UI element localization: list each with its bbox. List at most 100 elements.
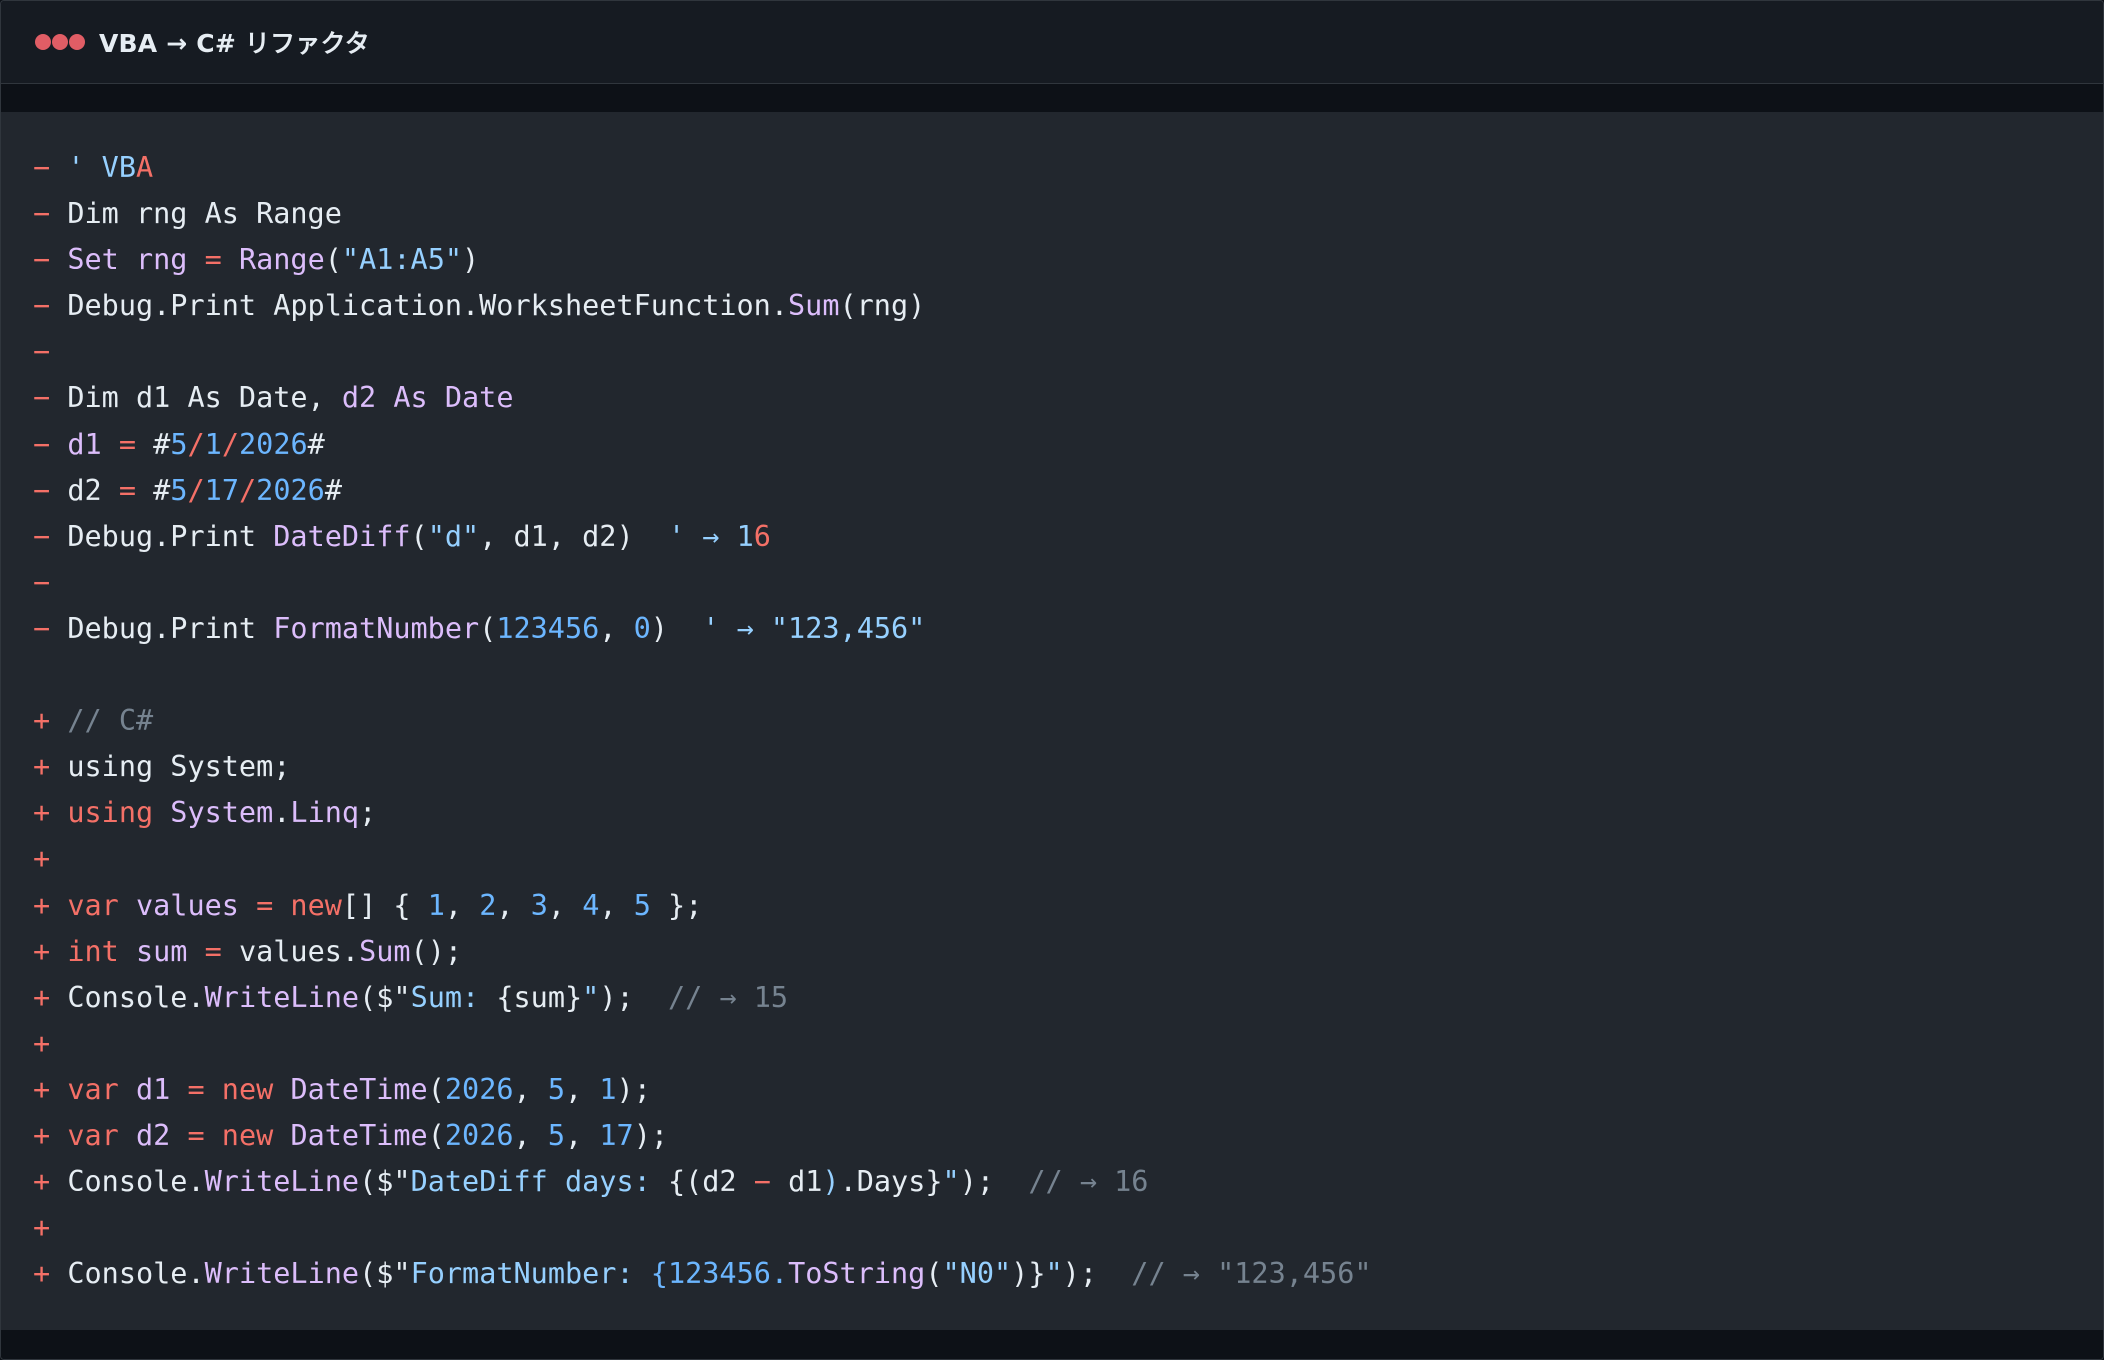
code-token: =	[187, 934, 239, 968]
code-line: + Console.WriteLine($"Sum: {sum}"); // →…	[33, 975, 1372, 1021]
code-token: Linq	[290, 796, 360, 830]
code-token: Range	[238, 243, 325, 277]
code-token: ();	[410, 934, 463, 968]
code-token: ,	[496, 888, 531, 922]
code-token: /	[221, 427, 240, 461]
code-window: VBA → C# リファクタ − ' VBA − Dim rng As Range…	[0, 0, 2104, 1360]
diff-removed-marker: −	[33, 611, 51, 645]
tab-strip	[1, 84, 2103, 112]
code-line: +	[33, 836, 1372, 882]
code-token: (	[359, 980, 377, 1014]
code-token: (	[427, 1072, 445, 1106]
code-line: +	[33, 1021, 1372, 1067]
code-token: Debug.Print	[67, 519, 274, 553]
code-line: + var values = new[] { 1, 2, 3, 4, 5 };	[33, 883, 1372, 929]
code-token: 2026	[239, 427, 308, 461]
code-token: {(d2	[667, 1165, 754, 1199]
code-token: "	[582, 980, 600, 1014]
code-token: ,	[565, 1072, 600, 1106]
window-controls	[35, 34, 85, 50]
diff-added-marker: +	[33, 888, 51, 922]
code-token: Sum	[359, 934, 411, 968]
code-token: sum	[135, 934, 188, 968]
code-token: ,	[444, 888, 480, 922]
code-token: Sum:	[410, 980, 497, 1014]
code-token: DateDiff	[273, 519, 411, 553]
title-bar: VBA → C# リファクタ	[1, 1, 2103, 84]
code-token: )}	[1011, 1257, 1046, 1291]
diff-removed-marker: −	[33, 335, 51, 369]
maximize-dot-icon[interactable]	[69, 34, 85, 50]
code-token: $"	[376, 1257, 411, 1291]
code-token: 2	[479, 888, 497, 922]
code-token: 5	[170, 427, 188, 461]
diff-removed-marker: −	[33, 565, 51, 599]
code-token: ,	[513, 1072, 548, 1106]
minimize-dot-icon[interactable]	[52, 34, 68, 50]
code-token: 5	[170, 473, 188, 507]
code-token: DateDiff days:	[410, 1165, 668, 1199]
code-token: DateTime	[290, 1072, 428, 1106]
code-token: d1	[67, 427, 102, 461]
code-token: "	[1045, 1257, 1063, 1291]
code-token: (	[410, 519, 428, 553]
code-token: 6	[753, 519, 771, 553]
code-token: d2	[67, 473, 102, 507]
code-token: =	[101, 427, 154, 461]
code-token: [] {	[341, 888, 428, 922]
diff-added-marker: +	[33, 1211, 51, 1245]
code-token: 1	[427, 888, 445, 922]
diff-added-marker: +	[33, 1257, 51, 1291]
code-token: );	[599, 980, 668, 1014]
code-area[interactable]: − ' VBA − Dim rng As Range − Set rng = Ran…	[1, 112, 2103, 1330]
code-token: ;	[359, 796, 377, 830]
code-token: WriteLine	[204, 980, 360, 1014]
code-token: FormatNumber:	[410, 1257, 651, 1291]
code-token: (	[359, 1257, 377, 1291]
code-token: (	[324, 243, 342, 277]
code-token: )	[462, 243, 480, 277]
code-token: ,	[565, 1118, 600, 1152]
code-token: Console.	[67, 1165, 205, 1199]
code-token: =	[170, 1118, 222, 1152]
code-token: d2	[135, 1118, 171, 1152]
code-token: new	[290, 888, 342, 922]
code-line: − Debug.Print DateDiff("d", d1, d2) ' → …	[33, 514, 1372, 560]
code-token: ,	[547, 888, 583, 922]
code-token: 17	[204, 473, 239, 507]
code-token: d2 As Date	[341, 381, 514, 415]
code-line: − Dim d1 As Date, d2 As Date	[33, 375, 1372, 421]
code-token: A	[135, 151, 154, 184]
code-token: // → 16	[1028, 1165, 1149, 1199]
code-line: − Debug.Print FormatNumber(123456, 0) ' …	[33, 606, 1372, 652]
close-dot-icon[interactable]	[35, 34, 51, 50]
code-token: #	[153, 427, 171, 461]
code-line: + Console.WriteLine($"FormatNumber: {123…	[33, 1251, 1372, 1297]
code-token: 5	[547, 1072, 566, 1106]
code-token: Dim d1 As Date,	[67, 381, 342, 415]
code-token: var	[67, 1072, 136, 1106]
code-token: =	[187, 243, 239, 277]
code-token: "A1:A5"	[341, 243, 463, 277]
code-token: // → 15	[667, 980, 789, 1014]
code-token: d1	[770, 1165, 823, 1199]
code-token: Set	[67, 243, 136, 277]
diff-added-marker: +	[33, 1072, 51, 1106]
code-line: − Set rng = Range("A1:A5")	[33, 237, 1372, 283]
code-token: "N0"	[942, 1257, 1012, 1291]
code-token: (	[359, 1165, 377, 1199]
code-token: DateTime	[290, 1118, 428, 1152]
code-token: ,	[599, 888, 634, 922]
diff-removed-marker: −	[33, 473, 51, 507]
code-token: System	[170, 796, 274, 830]
code-token: Debug.Print	[67, 611, 274, 645]
code-token: ' → 1	[667, 519, 754, 553]
code-token: Dim rng As Range	[67, 197, 342, 231]
code-token: −	[753, 1165, 771, 1199]
code-token: {sum}	[496, 980, 583, 1014]
code-token: )	[650, 611, 703, 645]
code-token: );	[616, 1072, 651, 1106]
code-token: WriteLine	[204, 1165, 360, 1199]
diff-added-marker: +	[33, 1026, 51, 1060]
